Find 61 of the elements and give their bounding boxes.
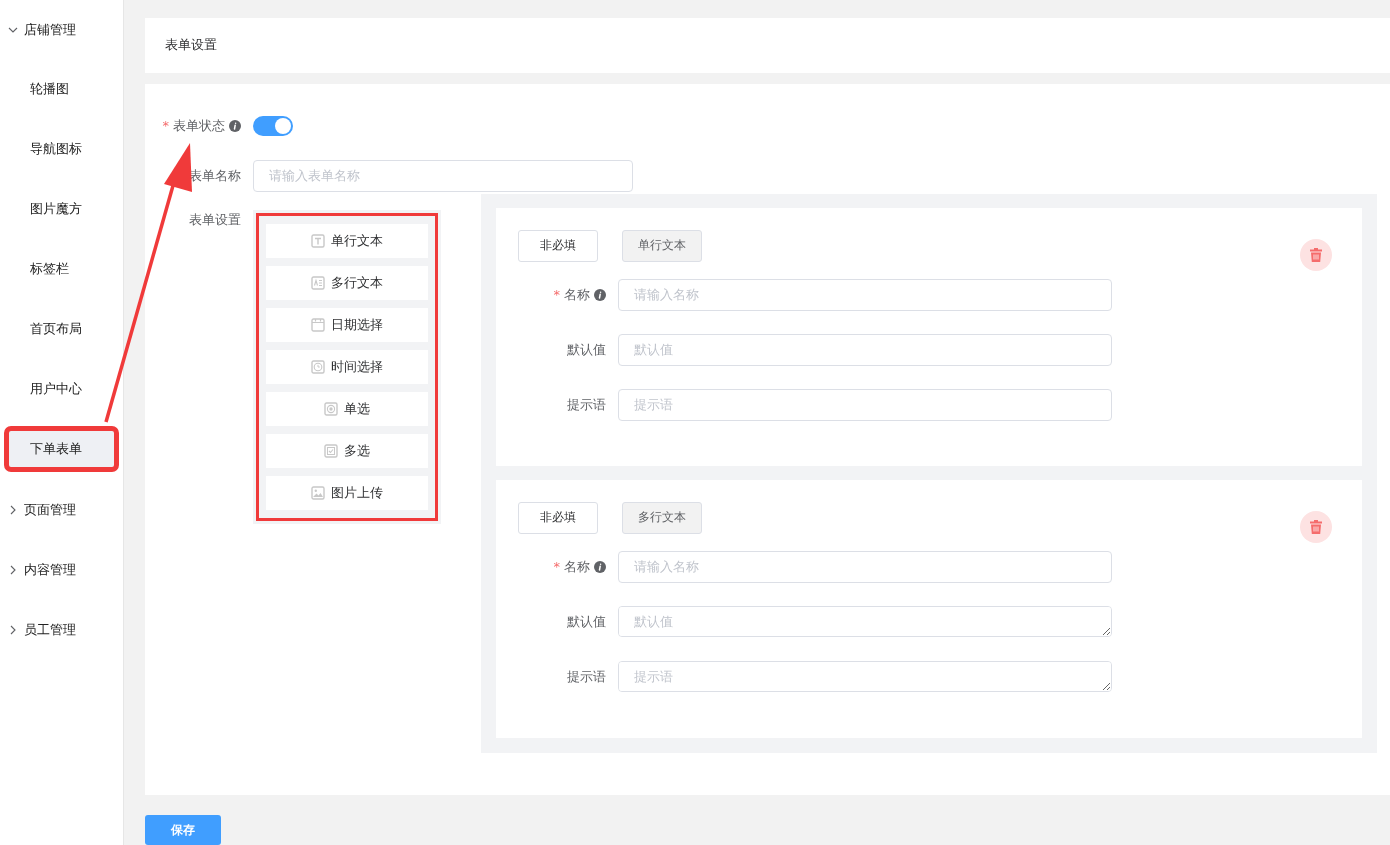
required-toggle-button[interactable]: 非必填 — [518, 501, 598, 534]
field-type-button[interactable]: 单选 — [266, 391, 428, 426]
sidebar-group[interactable]: 员工管理 — [0, 610, 123, 650]
field-type-button[interactable]: 单行文本 — [266, 223, 428, 258]
field-type-button[interactable]: 时间选择 — [266, 349, 428, 384]
field-label: 表单名称 — [189, 166, 241, 185]
trash-icon — [1309, 246, 1323, 263]
field-label: 名称 — [564, 285, 590, 304]
sidebar-group[interactable]: 内容管理 — [0, 550, 123, 590]
input-field[interactable]: 请输入名称 — [618, 550, 1112, 583]
field-type-tag: 多行文本 — [622, 501, 702, 534]
field-label: 表单设置 — [189, 210, 241, 229]
required-mark: * — [553, 287, 560, 303]
chevron-down-icon — [8, 25, 18, 35]
time-type-icon — [311, 359, 325, 374]
input-field[interactable]: 默认值 — [618, 333, 1112, 366]
toggle-switch[interactable] — [253, 115, 293, 136]
field-label: 表单状态 — [173, 116, 225, 135]
checkbox-type-icon — [324, 443, 338, 458]
delete-button[interactable] — [1300, 510, 1332, 543]
required-mark: * — [553, 559, 560, 575]
image-type-icon — [311, 485, 325, 500]
page-title: 表单设置 — [165, 36, 217, 55]
date-type-icon — [311, 317, 325, 332]
sidebar-item[interactable]: 导航图标 — [10, 130, 113, 168]
field-label: 提示语 — [567, 667, 606, 686]
field-type-button[interactable]: 日期选择 — [266, 307, 428, 342]
textarea-field[interactable]: 提示语 — [618, 661, 1112, 693]
radio-type-icon — [324, 401, 338, 416]
field-type-button[interactable]: 多行文本 — [266, 265, 428, 300]
sidebar-item[interactable]: 轮播图 — [10, 70, 113, 108]
field-label: 默认值 — [567, 340, 606, 359]
required-toggle-button[interactable]: 非必填 — [518, 229, 598, 262]
input-field[interactable]: 请输入名称 — [618, 278, 1112, 311]
sidebar-group-label: 页面管理 — [24, 501, 76, 519]
field-type-button[interactable]: 图片上传 — [266, 475, 428, 510]
sidebar-item[interactable]: 首页布局 — [10, 310, 113, 348]
chevron-right-icon — [8, 565, 18, 575]
field-label: 名称 — [564, 557, 590, 576]
chevron-right-icon — [8, 505, 18, 515]
field-label: 默认值 — [567, 612, 606, 631]
text-type-icon — [311, 233, 325, 248]
sidebar-group-label: 内容管理 — [24, 561, 76, 579]
sidebar-group[interactable]: 店铺管理 — [0, 10, 123, 50]
field-label: 提示语 — [567, 395, 606, 414]
sidebar-item[interactable]: 用户中心 — [10, 370, 113, 408]
input-field[interactable]: 请输入表单名称 — [253, 159, 633, 192]
input-field[interactable]: 提示语 — [618, 388, 1112, 421]
delete-button[interactable] — [1300, 238, 1332, 271]
sidebar-group-label: 员工管理 — [24, 621, 76, 639]
field-type-tag: 单行文本 — [622, 229, 702, 262]
sidebar-group-label: 店铺管理 — [24, 21, 76, 39]
field-type-button[interactable]: 多选 — [266, 433, 428, 468]
trash-icon — [1309, 518, 1323, 535]
sidebar-group[interactable]: 页面管理 — [0, 490, 123, 530]
sidebar-item[interactable]: 标签栏 — [10, 250, 113, 288]
required-mark: * — [162, 118, 169, 134]
textarea-field[interactable]: 默认值 — [618, 606, 1112, 638]
sidebar-item[interactable]: 图片魔方 — [10, 190, 113, 228]
chevron-right-icon — [8, 625, 18, 635]
textarea-type-icon — [311, 275, 325, 290]
